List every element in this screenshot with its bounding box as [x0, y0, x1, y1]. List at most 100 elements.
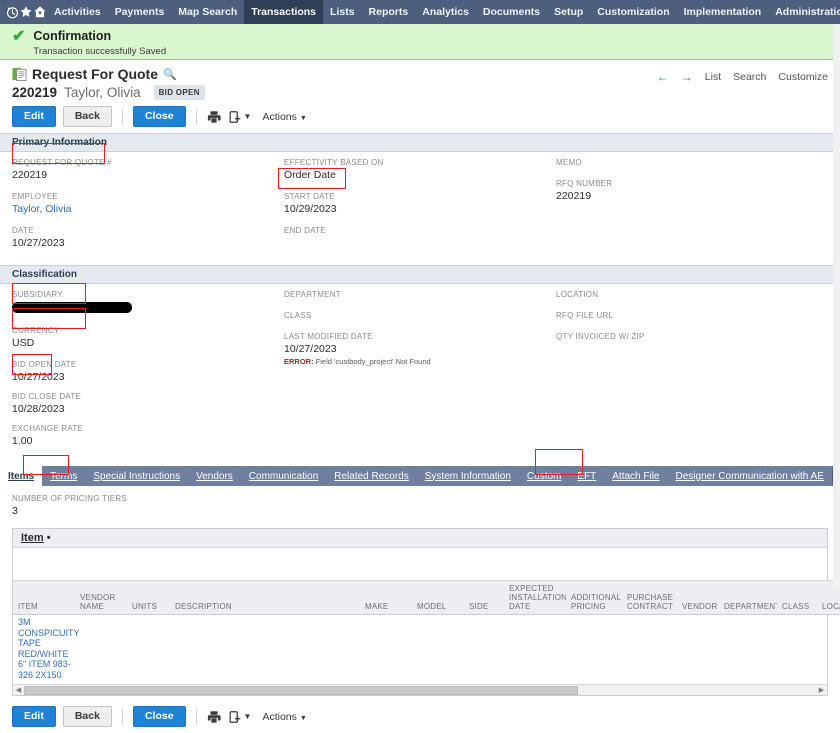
field-rfq-file-url: RFQ FILE URL [556, 310, 828, 322]
cell-purchase-contract[interactable] [622, 615, 677, 685]
tab-communication[interactable]: Communication [241, 466, 326, 486]
nav-item-map-search[interactable]: Map Search [171, 0, 244, 24]
history-icon[interactable] [6, 0, 19, 24]
nav-item-implementation[interactable]: Implementation [677, 0, 769, 24]
field-error-message: ERROR: Field 'custbody_project' Not Foun… [284, 357, 556, 367]
field-label: BID OPEN DATE [12, 360, 77, 369]
table-row[interactable]: 3M CONSPICUITY TAPE RED/WHITE 6" ITEM 98… [13, 615, 840, 685]
field-currency: CURRENCY USD [12, 325, 284, 350]
column-header-description[interactable]: DESCRIPTION [170, 580, 360, 615]
nav-item-documents[interactable]: Documents [476, 0, 547, 24]
field-department: DEPARTMENT [284, 289, 556, 301]
nav-item-activities[interactable]: Activities [47, 0, 108, 24]
search-link[interactable]: Search [733, 71, 766, 83]
field-label: END DATE [284, 226, 326, 235]
field-start-date: START DATE 10/29/2023 [284, 191, 556, 216]
favorites-star-icon[interactable] [19, 0, 33, 24]
cell-units[interactable] [127, 615, 170, 685]
close-button-bottom[interactable]: Close [132, 706, 186, 727]
column-header-department[interactable]: DEPARTMENT [719, 580, 780, 615]
tab-designer-communication-with-ae[interactable]: Designer Communication with AE [668, 466, 832, 486]
column-header-purchase-contract[interactable]: PURCHASE CONTRACT [622, 580, 677, 615]
cell-department[interactable] [719, 615, 777, 685]
scrollbar-thumb[interactable] [24, 685, 578, 695]
attach-file-icon[interactable]: ▼ [228, 110, 251, 124]
nav-item-lists[interactable]: Lists [323, 0, 362, 24]
printer-icon-bottom[interactable] [207, 710, 221, 724]
field-label: LAST MODIFIED DATE [284, 332, 373, 341]
field-label: LOCATION [556, 290, 599, 299]
edit-button-bottom[interactable]: Edit [12, 706, 56, 727]
tab-system-information[interactable]: System Information [417, 466, 519, 486]
home-icon[interactable] [33, 0, 47, 24]
tab-items[interactable]: Items [0, 466, 43, 486]
column-header-additional-pricing[interactable]: ADDITIONAL PRICING [566, 580, 622, 615]
nav-item-payments[interactable]: Payments [108, 0, 172, 24]
cell-make[interactable] [360, 615, 412, 685]
previous-record-arrow[interactable]: ← [657, 70, 669, 84]
cell-description[interactable] [170, 615, 360, 685]
column-header-make[interactable]: MAKE [360, 580, 412, 615]
column-header-item[interactable]: ITEM [13, 580, 75, 615]
primary-col-1: REQUEST FOR QUOTE # 220219 EMPLOYEE Tayl… [12, 157, 284, 259]
close-button[interactable]: Close [132, 106, 186, 127]
back-button-bottom[interactable]: Back [62, 706, 112, 727]
nav-item-administration-and-controls[interactable]: Administration and Controls [768, 0, 840, 24]
primary-col-3: MEMO RFQ NUMBER 220219 [556, 157, 828, 259]
column-header-vendor[interactable]: VENDOR [677, 580, 719, 615]
tab-custom[interactable]: Custom [519, 466, 569, 486]
search-icon[interactable]: 🔍 [163, 68, 177, 81]
column-header-units[interactable]: UNITS [127, 580, 170, 615]
column-header-model[interactable]: MODEL [412, 580, 464, 615]
customize-link[interactable]: Customize [778, 71, 828, 83]
field-bid-open-date: BID OPEN DATE 10/27/2023 [12, 359, 284, 384]
cell-vendor-name[interactable] [75, 615, 127, 685]
page-vertical-scrollbar[interactable] [833, 24, 840, 587]
item-sublist-title[interactable]: Item • [13, 529, 827, 548]
tab-related-records[interactable]: Related Records [326, 466, 416, 486]
tab-label: EFT [577, 470, 597, 482]
nav-item-setup[interactable]: Setup [547, 0, 590, 24]
column-header-expected-installation-date[interactable]: EXPECTED INSTALLATION DATE [504, 580, 567, 615]
field-memo: MEMO [556, 157, 828, 169]
classification-fields: SUBSIDIARY CURRENCY USD BID OPEN DATE 10… [0, 284, 840, 463]
field-end-date: END DATE [284, 225, 556, 237]
actions-menu-bottom[interactable]: Actions ▼ [262, 711, 306, 723]
edit-button[interactable]: Edit [12, 106, 56, 127]
field-label: EFFECTIVITY BASED ON [284, 158, 384, 167]
list-link[interactable]: List [705, 71, 721, 83]
cell-expected-installation-date[interactable] [504, 615, 566, 685]
nav-item-customization[interactable]: Customization [590, 0, 676, 24]
column-header-class[interactable]: CLASS [777, 580, 817, 615]
field-value[interactable]: Taylor, Olivia [12, 203, 284, 216]
scroll-right-arrow-icon[interactable]: ▶ [816, 686, 827, 694]
record-identity-row: 220219 Taylor, Olivia BID OPEN [12, 85, 830, 100]
cell-vendor[interactable] [677, 615, 719, 685]
cell-additional-pricing[interactable] [566, 615, 622, 685]
field-value: 220219 [12, 169, 48, 181]
tab-attach-file[interactable]: Attach File [604, 466, 667, 486]
scroll-left-arrow-icon[interactable]: ◀ [13, 686, 24, 694]
printer-icon[interactable] [207, 110, 221, 124]
tab-special-instructions[interactable]: Special Instructions [85, 466, 188, 486]
cell-side[interactable] [464, 615, 504, 685]
back-button[interactable]: Back [62, 106, 112, 127]
cell-model[interactable] [412, 615, 464, 685]
nav-item-transactions[interactable]: Transactions [244, 0, 324, 24]
attach-file-icon-bottom[interactable]: ▼ [228, 710, 251, 724]
tab-eft[interactable]: EFT [569, 466, 604, 486]
tab-terms[interactable]: Terms [42, 466, 85, 486]
next-record-arrow[interactable]: → [681, 70, 693, 84]
actions-label-bottom: Actions [262, 710, 297, 723]
actions-menu[interactable]: Actions ▼ [262, 111, 306, 123]
column-header-vendor-name[interactable]: VENDOR NAME [75, 580, 127, 615]
column-header-side[interactable]: SIDE [464, 580, 504, 615]
tab-vendors[interactable]: Vendors [188, 466, 241, 486]
field-label: DEPARTMENT [284, 290, 341, 299]
cell-location[interactable] [817, 615, 840, 685]
nav-item-reports[interactable]: Reports [362, 0, 416, 24]
cell-item[interactable]: 3M CONSPICUITY TAPE RED/WHITE 6" ITEM 98… [13, 615, 79, 685]
nav-item-analytics[interactable]: Analytics [415, 0, 476, 24]
item-grid-horizontal-scrollbar[interactable]: ◀ ▶ [13, 684, 827, 695]
cell-class[interactable] [777, 615, 817, 685]
